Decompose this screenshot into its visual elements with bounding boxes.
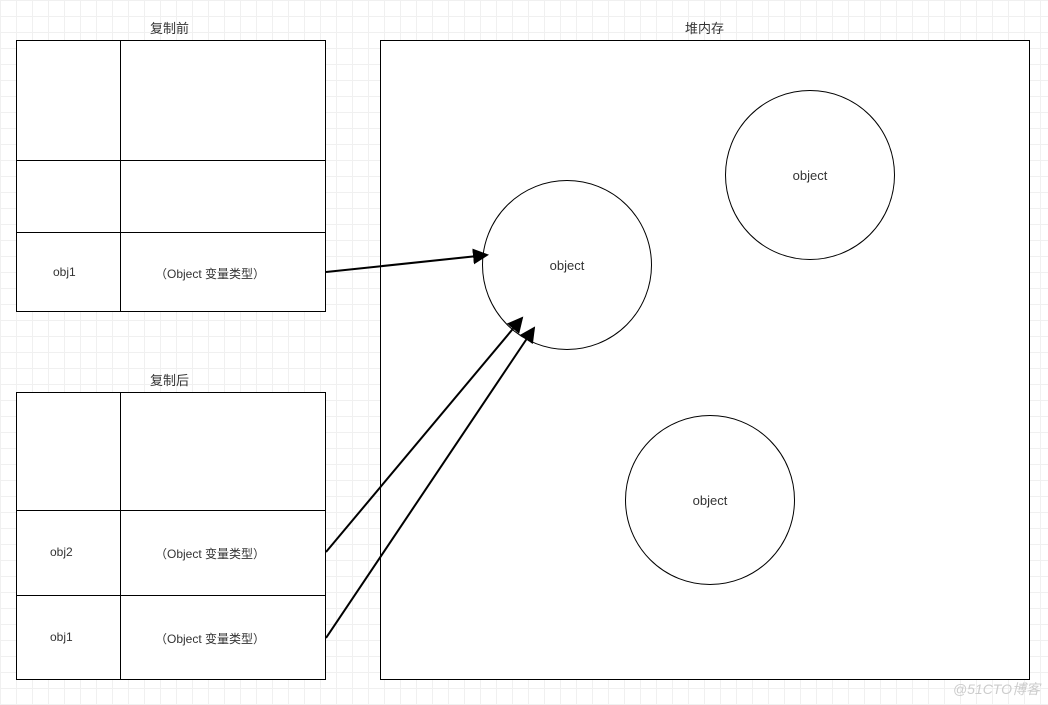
table-after-r2-left: obj2 (50, 545, 73, 559)
table-before-r3-left: obj1 (53, 265, 76, 279)
heap-object-2-label: object (793, 168, 828, 183)
table-after-hdiv2 (16, 595, 326, 596)
label-after-copy: 复制后 (150, 370, 189, 389)
diagram-stage: 复制前 obj1 （Object 变量类型） 复制后 obj2 （Object … (0, 0, 1048, 705)
table-before-hdiv1 (16, 160, 326, 161)
table-after-r2-right: （Object 变量类型） (155, 545, 265, 562)
heap-object-1-label: object (550, 258, 585, 273)
table-before-hdiv2 (16, 232, 326, 233)
label-heap: 堆内存 (685, 18, 724, 37)
heap-object-2: object (725, 90, 895, 260)
table-after-hdiv1 (16, 510, 326, 511)
heap-object-3-label: object (693, 493, 728, 508)
table-before-r3-right: （Object 变量类型） (155, 265, 265, 282)
heap-object-3: object (625, 415, 795, 585)
table-before-vdiv (120, 40, 121, 312)
table-after-vdiv (120, 392, 121, 680)
label-before-copy: 复制前 (150, 18, 189, 37)
table-after-r3-right: （Object 变量类型） (155, 630, 265, 647)
watermark: @51CTO博客 (953, 679, 1040, 699)
table-after-r3-left: obj1 (50, 630, 73, 644)
heap-object-1: object (482, 180, 652, 350)
